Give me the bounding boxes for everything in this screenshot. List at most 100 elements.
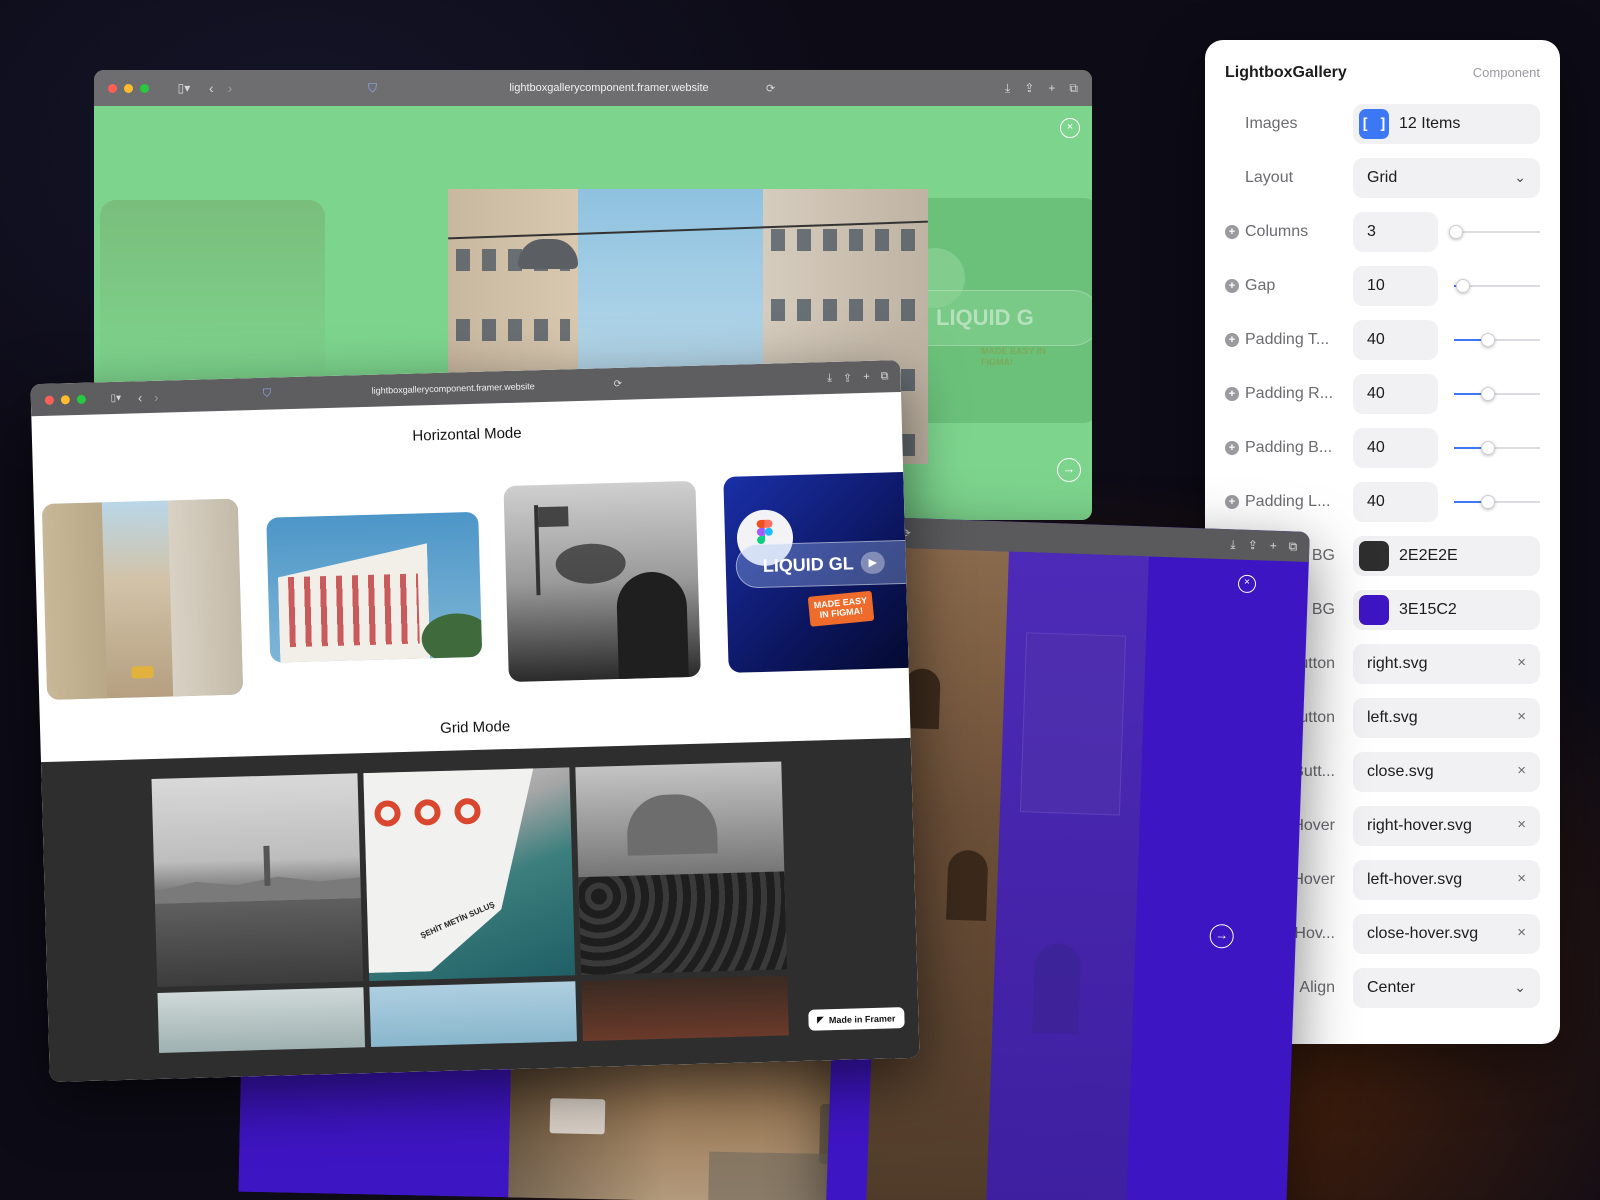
ghost-badge: MADE EASY IN FIGMA! xyxy=(981,346,1046,367)
gap-value: 10 xyxy=(1367,277,1385,294)
padding-left-slider[interactable] xyxy=(1454,495,1540,509)
lightbox-close-button[interactable]: × xyxy=(1237,574,1257,594)
columns-input[interactable]: 3 xyxy=(1353,212,1438,252)
plus-circle-icon[interactable]: + xyxy=(1225,387,1239,401)
padding-right-slider[interactable] xyxy=(1454,387,1540,401)
share-icon[interactable]: ⇪ xyxy=(843,371,853,384)
slider-knob[interactable] xyxy=(1481,441,1496,455)
grid-gallery-item[interactable] xyxy=(151,773,364,987)
columns-row: + Columns 3 xyxy=(1225,212,1540,252)
horizontal-gallery-item[interactable]: LIQUID GL ▶ MADE EASY IN FIGMA! xyxy=(723,471,909,673)
images-array-field[interactable]: [ ] 12 Items xyxy=(1353,104,1540,144)
grid-gallery-item[interactable] xyxy=(369,981,577,1048)
grid-gallery-item[interactable]: ŞEHİT METİN SULUŞ xyxy=(363,767,576,982)
address-bar[interactable]: lightboxgallerycomponent.framer.website xyxy=(394,77,824,99)
close-button-file-field[interactable]: close.svg × xyxy=(1353,752,1540,792)
slider-knob[interactable] xyxy=(1481,387,1496,401)
tabs-overview-icon[interactable]: ⧉ xyxy=(880,370,888,383)
clear-x-icon[interactable]: × xyxy=(1517,708,1526,725)
share-icon[interactable]: ⇪ xyxy=(1247,538,1258,552)
new-tab-icon[interactable]: + xyxy=(1048,81,1055,95)
back-arrow-icon[interactable]: ‹ xyxy=(209,80,214,96)
horizontal-gallery-item[interactable] xyxy=(503,480,701,683)
padding-top-label-wrap: + Padding T... xyxy=(1225,331,1353,349)
padding-left-value: 40 xyxy=(1367,493,1385,510)
padding-top-slider[interactable] xyxy=(1454,333,1540,347)
clear-x-icon[interactable]: × xyxy=(1517,654,1526,671)
maximize-window-button[interactable] xyxy=(76,394,86,404)
share-icon[interactable]: ⇪ xyxy=(1024,81,1034,95)
padding-top-input[interactable]: 40 xyxy=(1353,320,1438,360)
play-icon[interactable]: ▶ xyxy=(860,551,886,575)
padding-left-input[interactable]: 40 xyxy=(1353,482,1438,522)
lightbox-bg-color-swatch[interactable] xyxy=(1359,595,1389,625)
align-select[interactable]: Center ⌄ xyxy=(1353,968,1540,1008)
gallery-demo-window: ▯▾ ‹ › ⛉ lightboxgallerycomponent.framer… xyxy=(30,359,920,1083)
horizontal-gallery-item[interactable] xyxy=(41,498,244,700)
maximize-window-button[interactable] xyxy=(140,83,149,93)
grid-gallery-item[interactable] xyxy=(157,987,366,1053)
layout-select[interactable]: Grid ⌄ xyxy=(1353,158,1540,198)
plus-circle-icon[interactable]: + xyxy=(1225,495,1239,509)
plus-circle-icon[interactable]: + xyxy=(1225,441,1239,455)
right-button-file-field[interactable]: right.svg × xyxy=(1353,644,1540,684)
lightbox-next-button[interactable]: → xyxy=(1057,458,1081,482)
plus-circle-icon[interactable]: + xyxy=(1225,279,1239,293)
new-tab-icon[interactable]: + xyxy=(863,371,870,383)
padding-left-row: + Padding L... 40 xyxy=(1225,482,1540,522)
ghost-previous-image[interactable] xyxy=(100,200,325,390)
reload-icon[interactable]: ⟳ xyxy=(613,378,622,389)
grid-gallery-item[interactable] xyxy=(581,975,789,1042)
lightbox-bg-color-field[interactable]: 3E15C2 xyxy=(1353,590,1540,630)
gap-input[interactable]: 10 xyxy=(1353,266,1438,306)
padding-bottom-slider[interactable] xyxy=(1454,441,1540,455)
lightbox-next-button[interactable]: → xyxy=(1209,923,1235,949)
plus-circle-icon[interactable]: + xyxy=(1225,225,1239,239)
padding-left-label-wrap: + Padding L... xyxy=(1225,493,1353,511)
reload-icon[interactable]: ⟳ xyxy=(766,82,775,95)
slider-knob[interactable] xyxy=(1455,279,1470,293)
new-tab-icon[interactable]: + xyxy=(1270,539,1278,553)
slider-knob[interactable] xyxy=(1481,495,1496,509)
left-button-file-field[interactable]: left.svg × xyxy=(1353,698,1540,738)
tabs-overview-icon[interactable]: ⧉ xyxy=(1069,81,1078,96)
slider-knob[interactable] xyxy=(1448,225,1463,239)
horizontal-gallery-item[interactable] xyxy=(266,511,483,663)
padding-bottom-input[interactable]: 40 xyxy=(1353,428,1438,468)
forward-arrow-icon[interactable]: › xyxy=(228,80,233,96)
sidebar-toggle-icon[interactable]: ▯▾ xyxy=(104,392,128,404)
arrow-right-icon: → xyxy=(1062,461,1076,476)
lightbox-close-button[interactable]: × xyxy=(1060,118,1080,138)
clear-x-icon[interactable]: × xyxy=(1517,870,1526,887)
clear-x-icon[interactable]: × xyxy=(1517,762,1526,779)
minimize-window-button[interactable] xyxy=(60,394,70,404)
close-hover-file-field[interactable]: close-hover.svg × xyxy=(1353,914,1540,954)
left-hover-file-field[interactable]: left-hover.svg × xyxy=(1353,860,1540,900)
back-arrow-icon[interactable]: ‹ xyxy=(138,390,143,405)
plus-circle-icon[interactable]: + xyxy=(1225,333,1239,347)
slider-knob[interactable] xyxy=(1481,333,1496,347)
padding-right-input[interactable]: 40 xyxy=(1353,374,1438,414)
sidebar-toggle-icon[interactable]: ▯▾ xyxy=(171,81,197,95)
clear-x-icon[interactable]: × xyxy=(1517,816,1526,833)
download-icon[interactable]: ⤓ xyxy=(1230,537,1236,552)
right-hover-file-field[interactable]: right-hover.svg × xyxy=(1353,806,1540,846)
gap-slider[interactable] xyxy=(1454,279,1540,293)
close-window-button[interactable] xyxy=(44,395,54,405)
padding-right-label-wrap: + Padding R... xyxy=(1225,385,1353,403)
close-icon: × xyxy=(1066,121,1074,133)
download-icon[interactable]: ⤓ xyxy=(827,371,832,384)
download-icon[interactable]: ⤓ xyxy=(1005,81,1010,96)
columns-slider[interactable] xyxy=(1448,225,1540,239)
minimize-window-button[interactable] xyxy=(124,83,133,93)
bg-color-field[interactable]: 2E2E2E xyxy=(1353,536,1540,576)
made-in-framer-badge[interactable]: ◤ Made in Framer xyxy=(807,1007,905,1031)
grid-gallery-item[interactable] xyxy=(575,761,788,976)
galata-tower xyxy=(263,845,271,886)
close-window-button[interactable] xyxy=(108,83,117,93)
bg-color-swatch[interactable] xyxy=(1359,541,1389,571)
tabs-overview-icon[interactable]: ⧉ xyxy=(1289,539,1298,554)
forward-arrow-icon[interactable]: › xyxy=(154,389,159,404)
clear-x-icon[interactable]: × xyxy=(1517,924,1526,941)
address-bar[interactable]: lightboxgallerycomponent.framer.website xyxy=(280,374,625,404)
